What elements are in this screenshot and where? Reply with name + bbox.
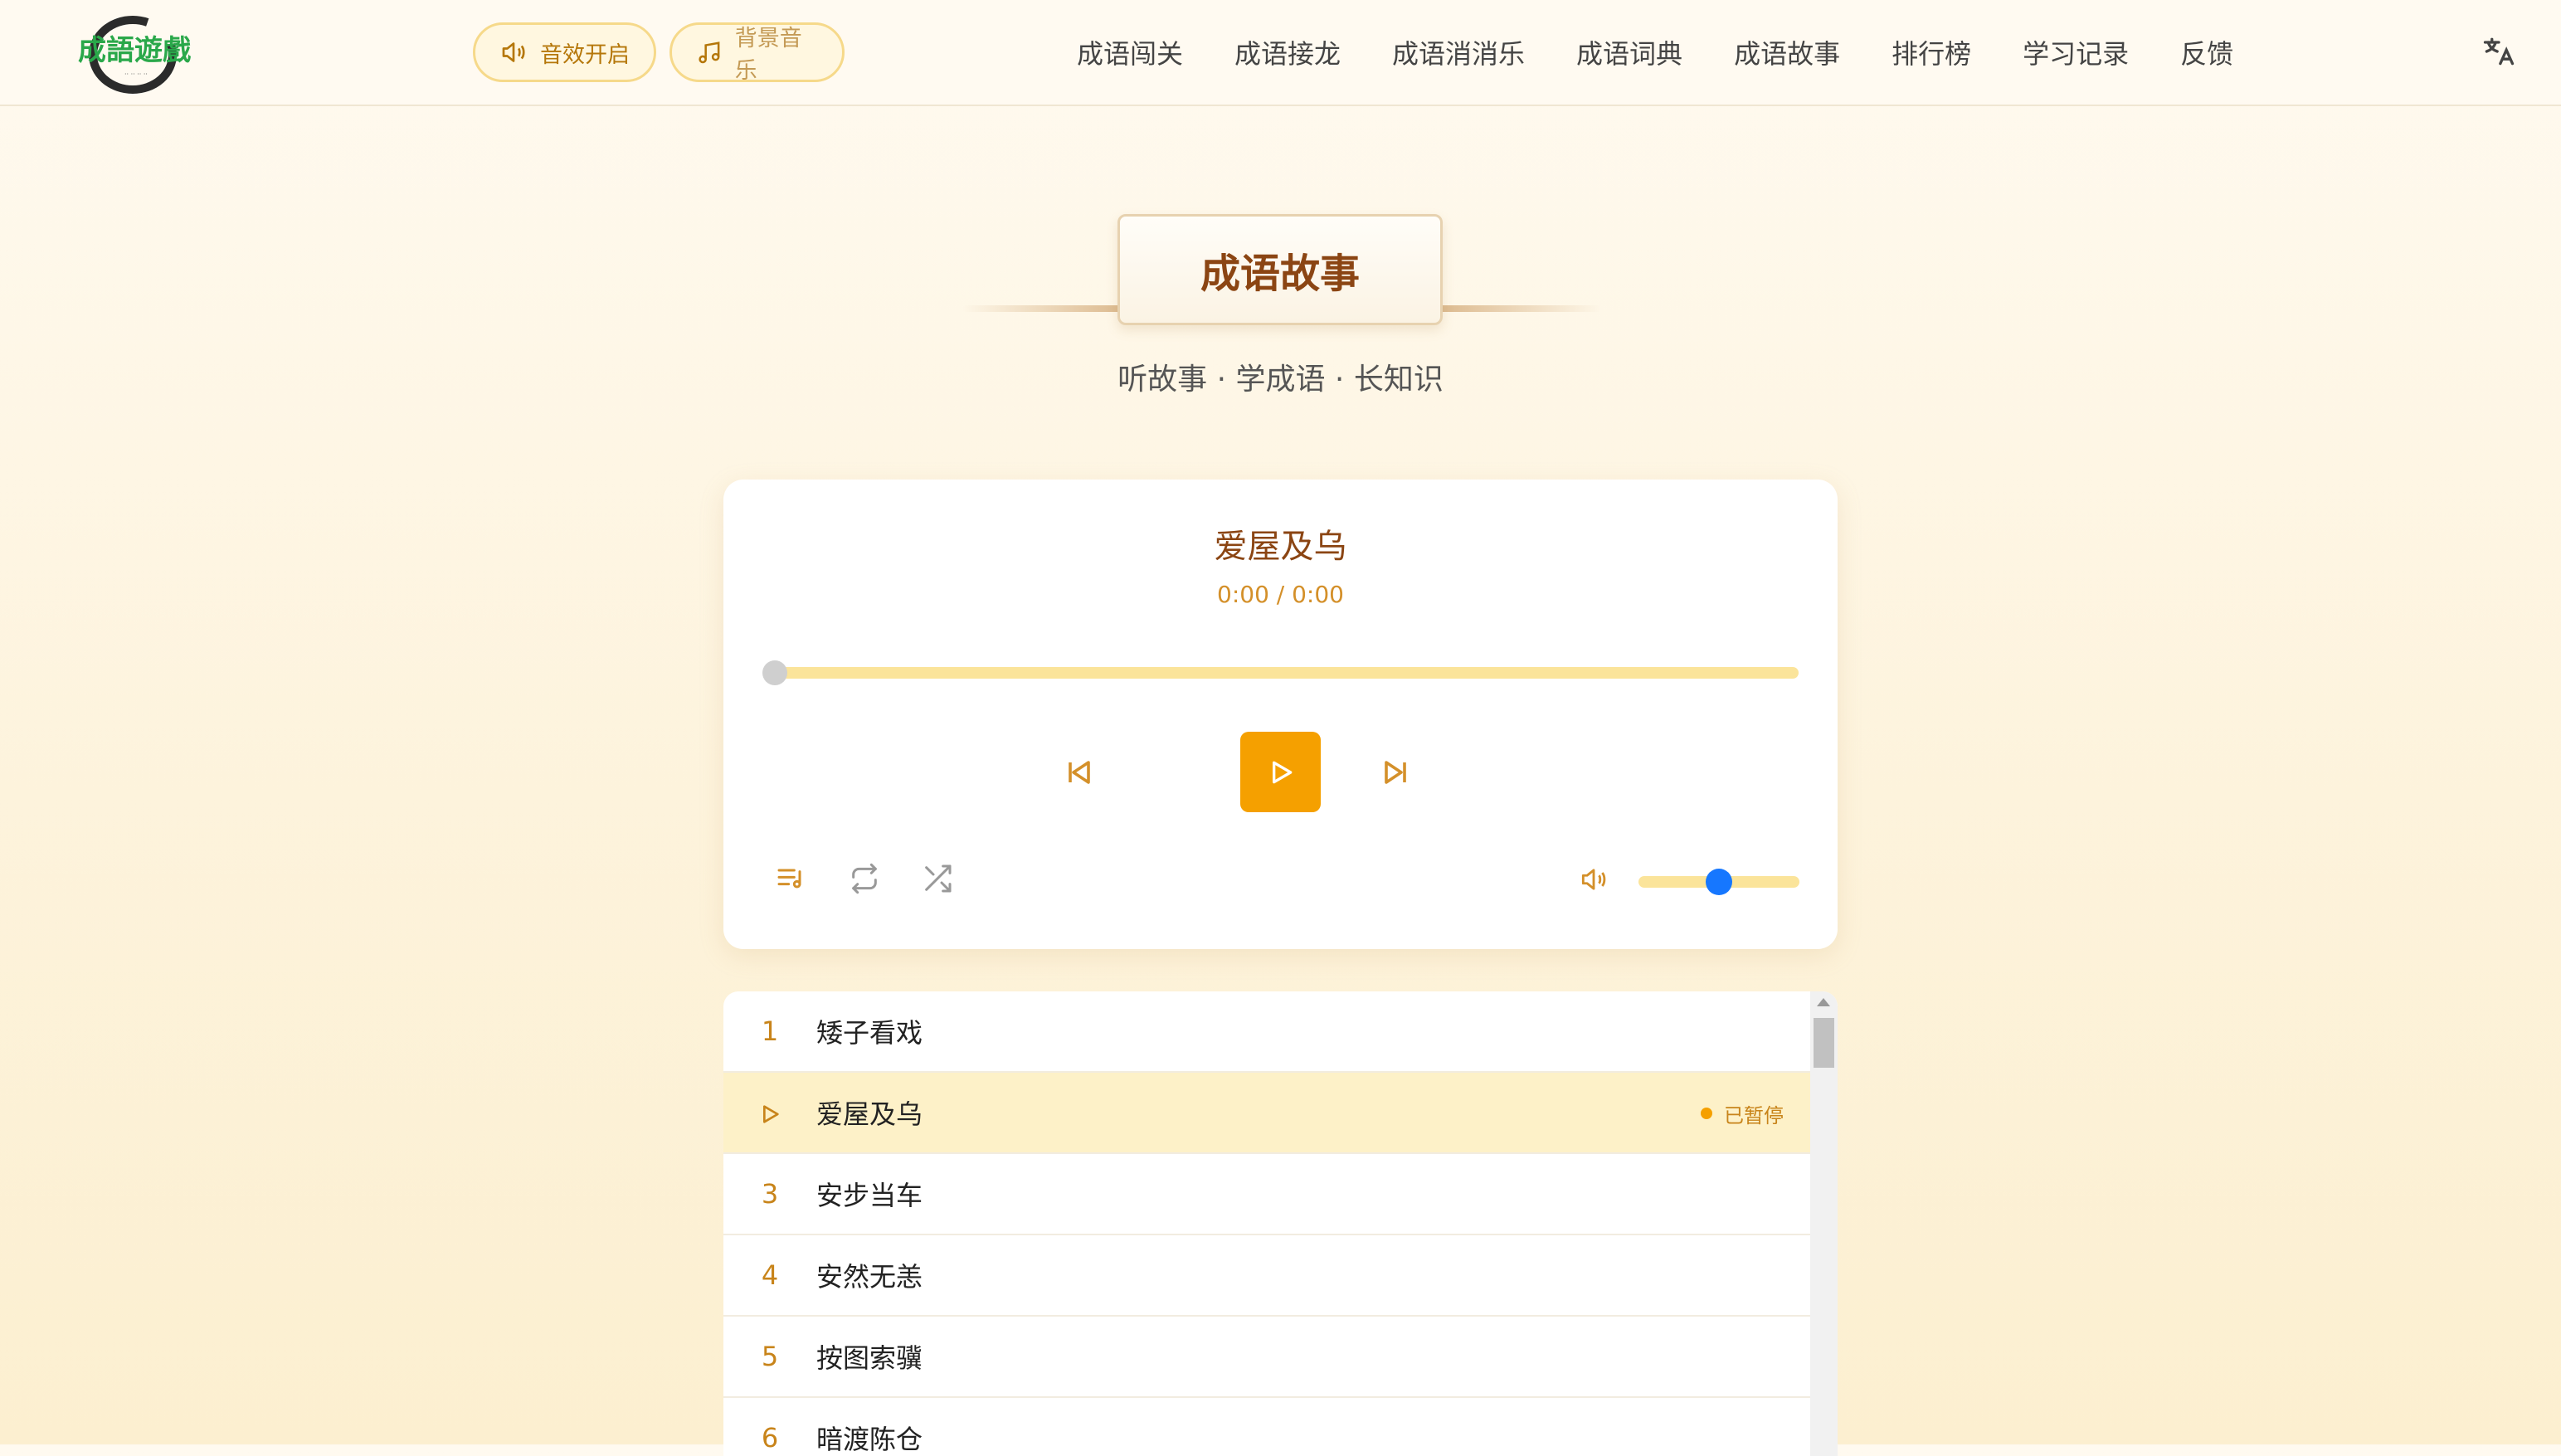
svg-text:·· ·· ·· ··: ·· ·· ·· ·· <box>124 71 148 78</box>
translate-icon[interactable] <box>2481 33 2517 70</box>
list-item[interactable]: 5 按图索骥 <box>723 1317 1810 1398</box>
list-item[interactable]: 1 矮子看戏 <box>723 991 1810 1073</box>
playback-time: 0:00 / 0:00 <box>1217 581 1344 608</box>
scroll-up-icon[interactable] <box>1817 998 1830 1006</box>
list-item-title: 安然无恙 <box>816 1261 923 1293</box>
story-playlist: 1 矮子看戏 爱屋及乌 已暂停 3 安步当车 4 安然无恙 5 按图索骥 6 暗… <box>723 991 1838 1456</box>
nav-item-idiom-chain[interactable]: 成语接龙 <box>1234 33 1341 71</box>
background-music-label: 背景音乐 <box>734 26 802 84</box>
page-title: 成语故事 <box>1117 214 1443 325</box>
list-item-number: 5 <box>761 1341 779 1372</box>
volume-icon[interactable] <box>1578 864 1609 895</box>
scrollbar-thumb[interactable] <box>1814 1018 1834 1068</box>
play-icon <box>763 1105 779 1123</box>
status-dot <box>1701 1108 1712 1119</box>
list-item-play-indicator <box>723 1097 816 1128</box>
status-badge: 已暂停 <box>1701 1073 1784 1154</box>
progress-track[interactable] <box>775 667 1799 679</box>
repeat-icon[interactable] <box>848 862 881 895</box>
nav-item-idiom-dictionary[interactable]: 成语词典 <box>1576 33 1682 71</box>
background-music-toggle[interactable]: 背景音乐 <box>669 22 845 84</box>
shuffle-icon[interactable] <box>921 862 954 895</box>
audio-player-card: 爱屋及乌 0:00 / 0:00 <box>723 480 1838 949</box>
nav-item-idiom-match[interactable]: 成语消消乐 <box>1392 33 1525 71</box>
list-item-title: 按图索骥 <box>816 1342 923 1374</box>
speaker-icon <box>502 42 525 62</box>
list-item[interactable]: 6 暗渡陈仓 <box>723 1398 1810 1456</box>
progress-thumb[interactable] <box>762 660 787 685</box>
logo[interactable]: 成語遊戲 ·· ·· ·· ·· <box>66 12 207 95</box>
list-item-number: 3 <box>761 1178 779 1210</box>
playlist-icon[interactable] <box>775 862 808 895</box>
nav-item-learning-record[interactable]: 学习记录 <box>2023 33 2129 71</box>
list-item[interactable]: 4 安然无恙 <box>723 1235 1810 1317</box>
nav-item-idiom-stories[interactable]: 成语故事 <box>1734 33 1840 71</box>
main-nav: 成语闯关 成语接龙 成语消消乐 成语词典 成语故事 排行榜 学习记录 反馈 <box>1077 33 2233 71</box>
current-story-title: 爱屋及乌 <box>1214 528 1347 566</box>
play-button[interactable] <box>1240 732 1321 812</box>
status-label: 已暂停 <box>1724 1103 1784 1127</box>
list-item-title: 爱屋及乌 <box>816 1098 923 1130</box>
sound-effects-label: 音效开启 <box>540 41 630 68</box>
list-item-number: 4 <box>761 1259 779 1291</box>
svg-text:成語遊戲: 成語遊戲 <box>78 34 191 67</box>
volume-thumb[interactable] <box>1706 869 1732 895</box>
top-header: 成語遊戲 ·· ·· ·· ·· 音效开启 背景音乐 成语闯关 成语接龙 成语消… <box>0 0 2561 106</box>
list-item-number: 1 <box>761 1015 779 1047</box>
list-item-active[interactable]: 爱屋及乌 已暂停 <box>723 1073 1810 1154</box>
sound-effects-toggle[interactable]: 音效开启 <box>473 22 656 82</box>
music-note-icon <box>699 41 720 64</box>
nav-item-idiom-levels[interactable]: 成语闯关 <box>1077 33 1183 71</box>
list-item-title: 安步当车 <box>816 1180 923 1211</box>
list-item[interactable]: 3 安步当车 <box>723 1154 1810 1235</box>
skip-forward-icon[interactable] <box>1376 752 1416 792</box>
playlist-scrollbar[interactable] <box>1810 991 1838 1456</box>
page-subtitle: 听故事 · 学成语 · 长知识 <box>1117 363 1444 397</box>
list-item-number: 6 <box>761 1422 779 1454</box>
nav-item-leaderboard[interactable]: 排行榜 <box>1892 33 1971 71</box>
skip-back-icon[interactable] <box>1059 752 1098 792</box>
nav-item-feedback[interactable]: 反馈 <box>2180 33 2233 71</box>
list-item-title: 矮子看戏 <box>816 1017 923 1049</box>
list-item-title: 暗渡陈仓 <box>816 1424 923 1455</box>
play-icon <box>1272 761 1292 783</box>
